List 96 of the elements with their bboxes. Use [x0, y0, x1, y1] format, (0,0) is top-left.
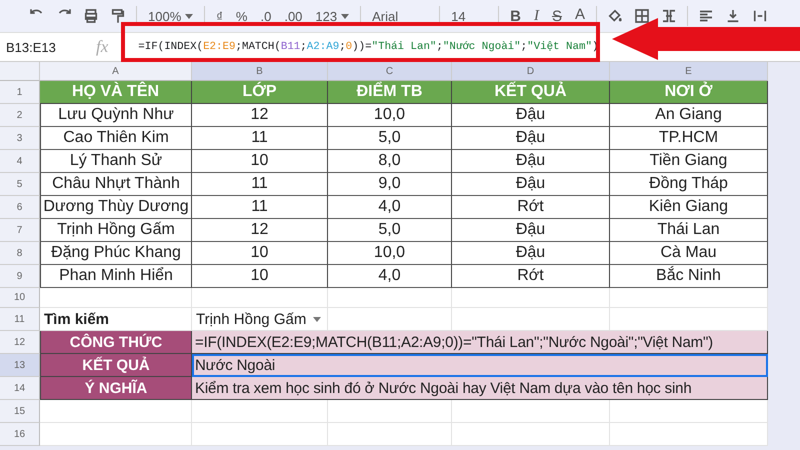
printer-icon[interactable] [82, 7, 100, 25]
table-cell: An Giang [610, 104, 768, 127]
column-heading: HỌ VÀ TÊN [40, 81, 192, 104]
row-number[interactable]: 15 [0, 400, 40, 423]
number-format-select[interactable]: 123 [313, 8, 352, 24]
table-cell: 9,0 [328, 173, 452, 196]
font-select[interactable]: Arial [370, 8, 430, 24]
caret-icon [185, 14, 194, 18]
column-header[interactable]: D [452, 62, 610, 81]
arrow-icon [612, 18, 800, 60]
name-dropdown[interactable]: Trịnh Hồng Gấm [192, 308, 328, 331]
row-number[interactable]: 3 [0, 127, 40, 150]
table-cell: Đồng Tháp [610, 173, 768, 196]
table-cell: Rớt [452, 196, 610, 219]
column-header[interactable]: C [328, 62, 452, 81]
row-number[interactable]: 10 [0, 288, 40, 308]
table-cell: 10 [192, 242, 328, 265]
table-cell: 11 [192, 173, 328, 196]
row-number[interactable]: 7 [0, 219, 40, 242]
table-cell: Trịnh Hồng Gấm [40, 219, 192, 242]
table-cell: Đậu [452, 104, 610, 127]
table-cell: Phan Minh Hiển [40, 265, 192, 288]
currency-button[interactable]: ₫ [214, 8, 225, 24]
table-cell: 12 [192, 104, 328, 127]
row-number[interactable]: 11 [0, 308, 40, 331]
table-cell: 11 [192, 196, 328, 219]
table-cell: 10 [192, 265, 328, 288]
column-header[interactable]: B [192, 62, 328, 81]
text-color-button[interactable]: A [572, 6, 587, 26]
column-heading: ĐIỂM TB [328, 81, 452, 104]
table-cell: Đậu [452, 127, 610, 150]
bold-button[interactable]: B [508, 8, 523, 24]
summary-value: =IF(INDEX(E2:E9;MATCH(B11;A2:A9;0))="Thái Lan";"Nước Ngoài";"Việt Nam") [192, 331, 768, 354]
search-label: Tìm kiếm [40, 308, 192, 331]
row-number[interactable]: 8 [0, 242, 40, 265]
paint-roller-icon[interactable] [109, 7, 127, 25]
table-cell: 10 [192, 150, 328, 173]
row-number[interactable]: 12 [0, 331, 40, 354]
table-cell: 4,0 [328, 265, 452, 288]
table-cell: Tiền Giang [610, 150, 768, 173]
percent-button[interactable]: % [234, 8, 250, 24]
strikethrough-button[interactable]: S [550, 8, 564, 24]
table-cell: Bắc Ninh [610, 265, 768, 288]
summary-value: Kiểm tra xem học sinh đó ở Nước Ngoài hay Việt Nam dựa vào tên học sinh [192, 377, 768, 400]
row-number[interactable]: 14 [0, 377, 40, 400]
caret-icon [313, 316, 321, 322]
table-cell: Lưu Quỳnh Như [40, 104, 192, 127]
font-size-select[interactable]: 14 [449, 8, 490, 24]
table-cell: Đậu [452, 173, 610, 196]
summary-label: KẾT QUẢ [40, 354, 192, 377]
table-cell: Kiên Giang [610, 196, 768, 219]
table-cell: TP.HCM [610, 127, 768, 150]
column-header[interactable]: E [610, 62, 768, 81]
table-cell: 11 [192, 127, 328, 150]
table-cell: Cao Thiên Kim [40, 127, 192, 150]
row-number[interactable]: 5 [0, 173, 40, 196]
italic-button[interactable]: I [532, 8, 541, 24]
table-cell: Dương Thùy Dương [40, 196, 192, 219]
borders-icon[interactable] [632, 7, 651, 25]
table-cell: Đặng Phúc Khang [40, 242, 192, 265]
table-cell: Đậu [452, 242, 610, 265]
column-heading: LỚP [192, 81, 328, 104]
row-number[interactable]: 9 [0, 265, 40, 288]
select-all-corner[interactable] [0, 62, 40, 81]
row-number[interactable]: 6 [0, 196, 40, 219]
row-number[interactable]: 4 [0, 150, 40, 173]
row-number[interactable]: 16 [0, 423, 40, 446]
summary-label: CÔNG THỨC [40, 331, 192, 354]
row-number[interactable]: 2 [0, 104, 40, 127]
decrease-decimal-button[interactable]: .0 [258, 8, 274, 24]
table-cell: Rớt [452, 265, 610, 288]
table-cell: Cà Mau [610, 242, 768, 265]
column-header[interactable]: A [40, 62, 192, 81]
row-number[interactable]: 1 [0, 81, 40, 104]
summary-value: Nước Ngoài [192, 354, 768, 377]
table-cell: 4,0 [328, 196, 452, 219]
caret-icon [341, 14, 350, 18]
table-cell: Châu Nhựt Thành [40, 173, 192, 196]
summary-label: Ý NGHĨA [40, 377, 192, 400]
table-cell: 5,0 [328, 127, 452, 150]
table-cell: 10,0 [328, 242, 452, 265]
column-heading: KẾT QUẢ [452, 81, 610, 104]
table-cell: Thái Lan [610, 219, 768, 242]
table-cell: 5,0 [328, 219, 452, 242]
zoom-select[interactable]: 100% [146, 8, 196, 24]
table-cell: 12 [192, 219, 328, 242]
table-cell: Lý Thanh Sử [40, 150, 192, 173]
table-cell: 10,0 [328, 104, 452, 127]
table-cell: Đậu [452, 150, 610, 173]
row-number[interactable]: 13 [0, 354, 40, 377]
fx-label: fx [96, 37, 108, 57]
increase-decimal-button[interactable]: .00 [282, 8, 304, 24]
column-heading: NƠI Ở [610, 81, 768, 104]
name-box[interactable]: B13:E13 [0, 40, 78, 54]
table-cell: Đậu [452, 219, 610, 242]
table-cell: 8,0 [328, 150, 452, 173]
